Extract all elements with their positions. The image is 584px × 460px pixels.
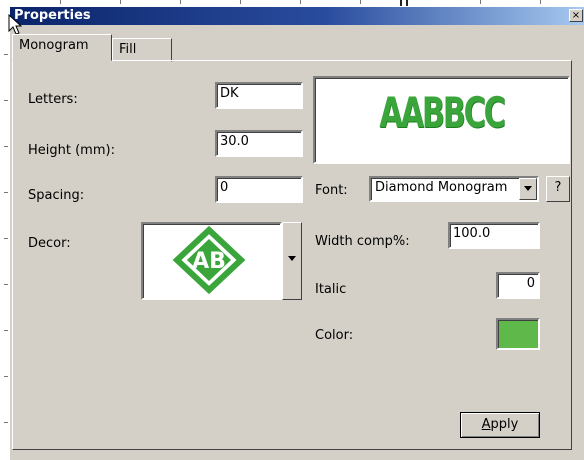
letters-input[interactable]: DK [215, 82, 303, 109]
apply-button[interactable]: Apply [460, 412, 540, 438]
italic-label: Italic [315, 282, 347, 297]
monogram-preview: AABBCC [313, 76, 570, 164]
decor-diamond-icon: AB [172, 225, 246, 295]
color-label: Color: [315, 328, 354, 343]
decor-preview[interactable]: AB [141, 222, 282, 300]
apply-label-accel: A [481, 417, 491, 432]
width-comp-label: Width comp%: [315, 234, 410, 249]
font-select-value: Diamond Monogram [375, 180, 508, 195]
chevron-down-icon [288, 256, 296, 261]
italic-input[interactable]: 0 [496, 272, 540, 299]
font-dropdown-button[interactable] [519, 178, 537, 200]
title-bar[interactable]: Properties × [10, 7, 584, 25]
close-button[interactable]: × [569, 9, 583, 22]
spacing-label: Spacing: [28, 188, 85, 203]
decor-text: AB [192, 249, 226, 274]
font-select[interactable]: Diamond Monogram [369, 176, 539, 202]
preview-sample-text: AABBCC [379, 88, 505, 137]
spacing-input[interactable]: 0 [215, 176, 303, 203]
help-button[interactable]: ? [546, 176, 570, 202]
left-ruler [0, 0, 9, 460]
tab-fill-label: Fill [119, 42, 137, 57]
decor-dropdown-button[interactable] [282, 222, 302, 300]
decor-label: Decor: [28, 236, 71, 251]
width-comp-input[interactable]: 100.0 [448, 222, 540, 249]
height-label: Height (mm): [28, 143, 115, 158]
tab-monogram[interactable]: Monogram [12, 34, 112, 61]
chevron-down-icon [524, 186, 532, 191]
height-input[interactable]: 30.0 [215, 130, 303, 157]
font-label: Font: [315, 183, 348, 198]
letters-label: Letters: [28, 92, 78, 107]
window-title: Properties [14, 8, 91, 23]
color-swatch[interactable] [496, 318, 540, 350]
mouse-pointer-icon [8, 14, 22, 35]
tab-monogram-label: Monogram [19, 38, 89, 53]
tab-fill[interactable]: Fill [112, 38, 172, 62]
close-icon: × [571, 10, 581, 21]
apply-label-rest: pply [490, 417, 519, 432]
